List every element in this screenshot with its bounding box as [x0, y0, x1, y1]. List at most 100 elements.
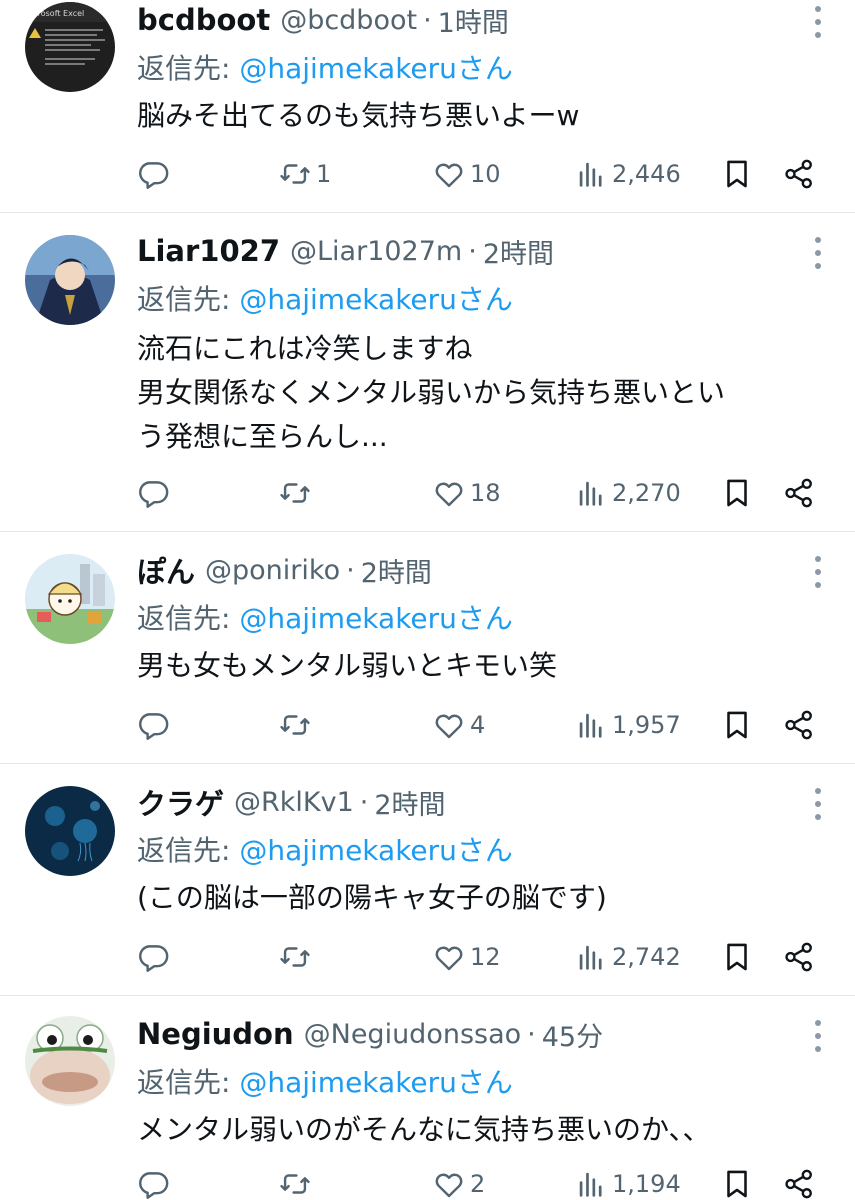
like-count: 4: [470, 711, 486, 739]
separator-dot: ·: [346, 554, 355, 586]
views-icon: [579, 481, 602, 506]
separator-dot: ·: [359, 786, 369, 818]
action-bar: 2 1,194: [0, 1164, 855, 1200]
like-icon: [435, 163, 463, 188]
timestamp[interactable]: 2時間: [483, 232, 554, 271]
views-button[interactable]: 1,194: [574, 1164, 681, 1200]
tweet-text: 男も女もメンタル弱いとキモい笑: [137, 644, 837, 688]
tweet-text: 流石にこれは冷笑しますね 男女関係なくメンタル弱いから気持ち悪いとい う発想に至…: [137, 327, 837, 459]
separator-dot: ·: [468, 235, 477, 267]
display-name[interactable]: bcdboot: [137, 3, 270, 37]
avatar[interactable]: [25, 554, 115, 644]
like-button[interactable]: 12: [432, 937, 501, 977]
share-button[interactable]: [782, 1164, 816, 1200]
user-handle[interactable]: @Liar1027m: [290, 236, 462, 267]
tweet-text-line: 流石にこれは冷笑しますね: [137, 332, 473, 365]
share-icon: [785, 159, 812, 189]
tweet-text-line: メンタル弱いのがそんなに気持ち悪いのか、、: [137, 1113, 711, 1146]
tweet-header: Negiudon @Negiudonssao · 45分: [137, 1014, 603, 1054]
tweet[interactable]: ぽん @poniriko · 2時間 返信先: @hajimekakeruさん …: [0, 532, 855, 764]
timestamp[interactable]: 1時間: [438, 1, 509, 40]
display-name[interactable]: Liar1027: [137, 234, 280, 268]
more-icon[interactable]: [813, 788, 823, 820]
more-icon[interactable]: [813, 6, 823, 38]
user-handle[interactable]: @bcdboot: [280, 5, 417, 36]
tweet[interactable]: icrosoft Excel bcdboot @bcdboot · 1時間 返信…: [0, 0, 855, 213]
display-name[interactable]: ぽん: [137, 549, 195, 591]
tweet-text-line: 脳みそ出てるのも気持ち悪いよーw: [137, 99, 580, 132]
avatar[interactable]: [25, 1016, 115, 1106]
bookmark-button[interactable]: [720, 473, 754, 513]
bookmark-icon: [727, 1170, 747, 1198]
reply-to-link[interactable]: @hajimekakeruさん: [239, 1066, 513, 1099]
views-button[interactable]: 2,742: [574, 937, 681, 977]
bookmark-button[interactable]: [720, 937, 754, 977]
views-icon: [579, 1172, 602, 1197]
action-bar: 4 1,957: [0, 705, 855, 745]
tweet[interactable]: Negiudon @Negiudonssao · 45分 返信先: @hajim…: [0, 996, 855, 1200]
more-icon[interactable]: [813, 1020, 823, 1052]
like-button[interactable]: 2: [432, 1164, 485, 1200]
timestamp[interactable]: 2時間: [374, 783, 445, 822]
more-icon[interactable]: [813, 556, 823, 588]
share-button[interactable]: [782, 154, 816, 194]
share-button[interactable]: [782, 705, 816, 745]
retweet-button[interactable]: [278, 705, 316, 745]
reply-button[interactable]: [136, 473, 174, 513]
user-handle[interactable]: @Negiudonssao: [304, 1019, 522, 1050]
action-bar: 18 2,270: [0, 473, 855, 513]
like-button[interactable]: 18: [432, 473, 501, 513]
views-icon: [579, 945, 602, 970]
tweet[interactable]: クラゲ @RklKv1 · 2時間 返信先: @hajimekakeruさん (…: [0, 764, 855, 996]
like-button[interactable]: 10: [432, 154, 501, 194]
reply-to-link[interactable]: @hajimekakeruさん: [239, 52, 513, 85]
display-name[interactable]: クラゲ: [137, 781, 224, 823]
like-button[interactable]: 4: [432, 705, 485, 745]
reply-button[interactable]: [136, 937, 174, 977]
action-bar: 12 2,742: [0, 937, 855, 977]
retweet-icon: [280, 1174, 310, 1194]
like-count: 2: [470, 1170, 486, 1198]
reply-icon: [139, 162, 169, 189]
retweet-button[interactable]: [278, 937, 316, 977]
retweet-button[interactable]: 1: [278, 154, 331, 194]
timestamp[interactable]: 2時間: [361, 551, 432, 590]
bookmark-button[interactable]: [720, 154, 754, 194]
views-icon: [579, 713, 602, 738]
user-handle[interactable]: @poniriko: [205, 555, 340, 586]
views-count: 2,742: [612, 943, 681, 971]
retweet-button[interactable]: [278, 1164, 316, 1200]
like-icon: [435, 946, 463, 971]
avatar[interactable]: icrosoft Excel: [25, 2, 115, 92]
reply-button[interactable]: [136, 154, 174, 194]
reply-button[interactable]: [136, 705, 174, 745]
avatar[interactable]: [25, 786, 115, 876]
views-button[interactable]: 1,957: [574, 705, 681, 745]
bookmark-icon: [727, 479, 747, 507]
share-button[interactable]: [782, 937, 816, 977]
display-name[interactable]: Negiudon: [137, 1017, 294, 1051]
views-button[interactable]: 2,270: [574, 473, 681, 513]
reply-prefix: 返信先:: [137, 283, 240, 316]
tweet-header: bcdboot @bcdboot · 1時間: [137, 0, 509, 40]
reply-to-link[interactable]: @hajimekakeruさん: [239, 602, 513, 635]
reply-to-link[interactable]: @hajimekakeruさん: [239, 834, 513, 867]
share-icon: [785, 710, 812, 740]
more-icon[interactable]: [813, 237, 823, 269]
reply-prefix: 返信先:: [137, 52, 240, 85]
share-button[interactable]: [782, 473, 816, 513]
bookmark-icon: [727, 711, 747, 739]
bookmark-button[interactable]: [720, 1164, 754, 1200]
reply-context: 返信先: @hajimekakeruさん: [137, 829, 513, 869]
avatar[interactable]: [25, 235, 115, 325]
timestamp[interactable]: 45分: [542, 1015, 603, 1054]
reply-to-link[interactable]: @hajimekakeruさん: [239, 283, 513, 316]
retweet-button[interactable]: [278, 473, 316, 513]
tweet[interactable]: Liar1027 @Liar1027m · 2時間 返信先: @hajimeka…: [0, 213, 855, 532]
reply-button[interactable]: [136, 1164, 174, 1200]
views-button[interactable]: 2,446: [574, 154, 681, 194]
separator-dot: ·: [423, 4, 432, 36]
action-bar: 1 10 2,446: [0, 154, 855, 194]
user-handle[interactable]: @RklKv1: [234, 787, 354, 818]
bookmark-button[interactable]: [720, 705, 754, 745]
